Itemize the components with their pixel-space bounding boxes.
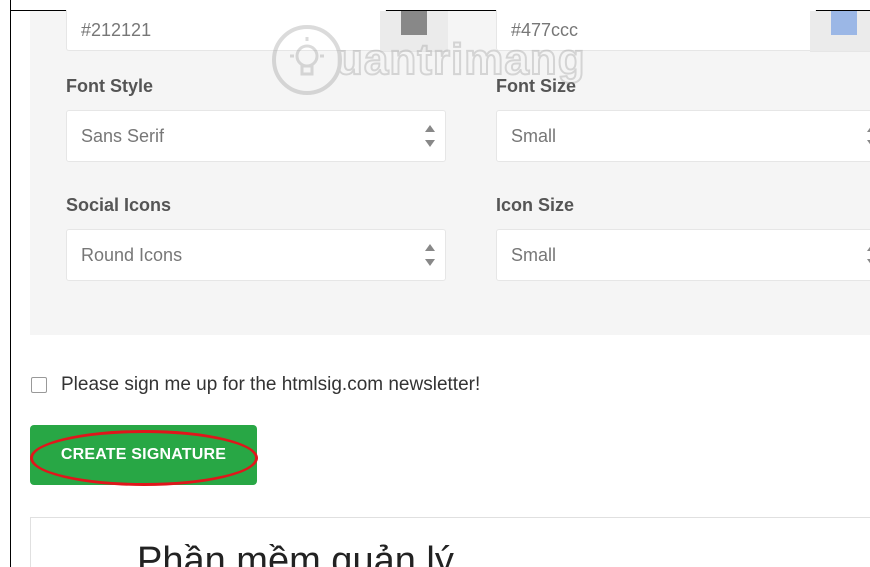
- social-icons-value: Round Icons: [81, 244, 183, 265]
- watermark-text: uantrimang: [335, 34, 586, 85]
- lightbulb-logo-icon: [272, 25, 342, 95]
- social-icons-select[interactable]: Round Icons: [66, 229, 446, 281]
- create-signature-button[interactable]: CREATE SIGNATURE: [30, 425, 257, 485]
- font-style-select[interactable]: Sans Serif: [66, 110, 446, 162]
- social-icons-label: Social Icons: [66, 195, 172, 215]
- preview-heading: Phần mềm quản lý: [137, 540, 454, 567]
- newsletter-checkbox[interactable]: [31, 377, 47, 393]
- select-arrows-icon: [425, 125, 435, 147]
- select-arrows-icon: [425, 244, 435, 266]
- font-style-label: Font Style: [66, 76, 154, 96]
- frame-border-left: [10, 0, 11, 567]
- font-size-select[interactable]: Small: [496, 110, 870, 162]
- watermark: uantrimang: [272, 20, 586, 100]
- icon-size-select[interactable]: Small: [496, 229, 870, 281]
- font-style-value: Sans Serif: [81, 125, 165, 146]
- newsletter-row: Please sign me up for the htmlsig.com ne…: [31, 374, 480, 396]
- link-color-swatch: [831, 11, 857, 35]
- text-color-value: #212121: [81, 19, 152, 40]
- newsletter-label[interactable]: Please sign me up for the htmlsig.com ne…: [61, 374, 480, 396]
- link-color-swatch-button[interactable]: [810, 11, 870, 52]
- signature-preview-card: Phần mềm quản lý: [30, 517, 870, 567]
- icon-size-label: Icon Size: [496, 195, 575, 215]
- font-size-value: Small: [511, 125, 557, 146]
- icon-size-value: Small: [511, 244, 557, 265]
